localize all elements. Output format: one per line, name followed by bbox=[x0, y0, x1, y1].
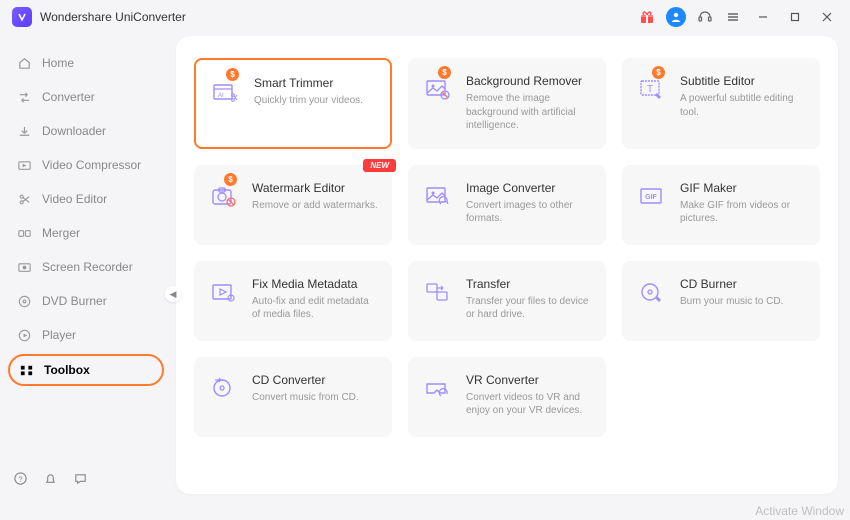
disc-icon bbox=[16, 293, 32, 309]
sidebar-item-label: Home bbox=[42, 56, 74, 70]
tool-description: Remove the image background with artific… bbox=[466, 92, 592, 133]
tool-description: A powerful subtitle editing tool. bbox=[680, 92, 806, 119]
maximize-button[interactable] bbox=[784, 6, 806, 28]
fix-metadata-icon bbox=[208, 277, 238, 307]
tool-card-cd-burner[interactable]: CD Burner Burn your music to CD. bbox=[622, 261, 820, 341]
close-button[interactable] bbox=[816, 6, 838, 28]
play-icon bbox=[16, 327, 32, 343]
minimize-button[interactable] bbox=[752, 6, 774, 28]
tool-card-subtitle-editor[interactable]: $ T Subtitle Editor A powerful subtitle edi… bbox=[622, 58, 820, 149]
sidebar-item-label: Video Compressor bbox=[42, 158, 141, 172]
app-logo bbox=[12, 7, 32, 27]
gif-maker-icon: GIF bbox=[636, 181, 666, 211]
sidebar-item-label: Video Editor bbox=[42, 192, 107, 206]
paid-badge: $ bbox=[438, 66, 451, 79]
sidebar-item-merger[interactable]: Merger bbox=[8, 218, 164, 248]
sidebar-item-converter[interactable]: Converter bbox=[8, 82, 164, 112]
tool-title: Transfer bbox=[466, 277, 592, 291]
tool-description: Transfer your files to device or hard dr… bbox=[466, 295, 592, 322]
sidebar-item-toolbox[interactable]: Toolbox bbox=[8, 354, 164, 386]
cd-converter-icon bbox=[208, 373, 238, 403]
tool-card-transfer[interactable]: Transfer Transfer your files to device or… bbox=[408, 261, 606, 341]
os-watermark: Activate Window bbox=[755, 504, 844, 518]
tool-card-cd-converter[interactable]: CD Converter Convert music from CD. bbox=[194, 357, 392, 437]
new-badge: NEW bbox=[363, 159, 396, 172]
tool-title: Background Remover bbox=[466, 74, 592, 88]
help-icon[interactable]: ? bbox=[12, 470, 28, 486]
tool-title: Fix Media Metadata bbox=[252, 277, 378, 291]
paid-badge: $ bbox=[652, 66, 665, 79]
background-remover-icon bbox=[422, 74, 452, 104]
compressor-icon bbox=[16, 157, 32, 173]
tool-card-image-converter[interactable]: Image Converter Convert images to other f… bbox=[408, 165, 606, 245]
svg-text:AI: AI bbox=[218, 93, 224, 99]
tool-card-smart-trimmer[interactable]: $ AI Smart Trimmer Quickly trim your videos… bbox=[194, 58, 392, 149]
sidebar: Home Converter Downloader Video Compress… bbox=[0, 34, 172, 502]
converter-icon bbox=[16, 89, 32, 105]
subtitle-editor-icon: T bbox=[636, 74, 666, 104]
merger-icon bbox=[16, 225, 32, 241]
sidebar-item-editor[interactable]: Video Editor bbox=[8, 184, 164, 214]
scissors-icon bbox=[16, 191, 32, 207]
recorder-icon bbox=[16, 259, 32, 275]
vr-converter-icon bbox=[422, 373, 452, 403]
support-icon[interactable] bbox=[696, 8, 714, 26]
paid-badge: $ bbox=[226, 68, 239, 81]
tool-description: Convert music from CD. bbox=[252, 391, 378, 405]
tool-description: Burn your music to CD. bbox=[680, 295, 806, 309]
sidebar-item-label: Merger bbox=[42, 226, 80, 240]
toolbox-icon bbox=[18, 362, 34, 378]
sidebar-item-label: Player bbox=[42, 328, 76, 342]
tool-description: Make GIF from videos or pictures. bbox=[680, 199, 806, 226]
sidebar-item-label: Converter bbox=[42, 90, 95, 104]
svg-text:GIF: GIF bbox=[645, 194, 657, 201]
tool-card-gif-maker[interactable]: GIF GIF Maker Make GIF from videos or pict… bbox=[622, 165, 820, 245]
gift-icon[interactable] bbox=[638, 8, 656, 26]
tool-description: Convert images to other formats. bbox=[466, 199, 592, 226]
sidebar-item-label: Screen Recorder bbox=[42, 260, 133, 274]
sidebar-collapse-button[interactable]: ◀ bbox=[165, 286, 181, 302]
transfer-icon bbox=[422, 277, 452, 307]
svg-text:?: ? bbox=[18, 474, 22, 483]
sidebar-item-label: DVD Burner bbox=[42, 294, 107, 308]
tool-description: Convert videos to VR and enjoy on your V… bbox=[466, 391, 592, 418]
svg-text:T: T bbox=[647, 84, 653, 95]
sidebar-item-recorder[interactable]: Screen Recorder bbox=[8, 252, 164, 282]
download-icon bbox=[16, 123, 32, 139]
tool-description: Remove or add watermarks. bbox=[252, 199, 378, 213]
tool-card-watermark-editor[interactable]: $NEWWatermark EditorRemove or add waterm… bbox=[194, 165, 392, 245]
tool-card-background-remover[interactable]: $ Background Remover Remove the image back… bbox=[408, 58, 606, 149]
smart-trimmer-icon: AI bbox=[210, 76, 240, 106]
tool-title: Watermark Editor bbox=[252, 181, 378, 195]
menu-icon[interactable] bbox=[724, 8, 742, 26]
tool-title: Image Converter bbox=[466, 181, 592, 195]
paid-badge: $ bbox=[224, 173, 237, 186]
tool-card-fix-media-metadata[interactable]: Fix Media Metadata Auto-fix and edit meta… bbox=[194, 261, 392, 341]
main-panel: $ AI Smart Trimmer Quickly trim your videos… bbox=[176, 36, 838, 494]
tool-description: Auto-fix and edit metadata of media file… bbox=[252, 295, 378, 322]
sidebar-item-player[interactable]: Player bbox=[8, 320, 164, 350]
tool-title: Smart Trimmer bbox=[254, 76, 376, 90]
tool-card-vr-converter[interactable]: VR Converter Convert videos to VR and enj… bbox=[408, 357, 606, 437]
tool-description: Quickly trim your videos. bbox=[254, 94, 376, 108]
home-icon bbox=[16, 55, 32, 71]
user-avatar-icon[interactable] bbox=[666, 7, 686, 27]
feedback-icon[interactable] bbox=[72, 470, 88, 486]
tool-title: CD Converter bbox=[252, 373, 378, 387]
sidebar-item-compressor[interactable]: Video Compressor bbox=[8, 150, 164, 180]
cd-burner-icon bbox=[636, 277, 666, 307]
image-converter-icon bbox=[422, 181, 452, 211]
sidebar-item-label: Downloader bbox=[42, 124, 106, 138]
tool-title: Subtitle Editor bbox=[680, 74, 806, 88]
tool-title: CD Burner bbox=[680, 277, 806, 291]
bell-icon[interactable] bbox=[42, 470, 58, 486]
sidebar-item-dvd[interactable]: DVD Burner bbox=[8, 286, 164, 316]
tool-title: VR Converter bbox=[466, 373, 592, 387]
sidebar-item-label: Toolbox bbox=[44, 363, 90, 377]
sidebar-item-downloader[interactable]: Downloader bbox=[8, 116, 164, 146]
sidebar-item-home[interactable]: Home bbox=[8, 48, 164, 78]
app-title: Wondershare UniConverter bbox=[40, 10, 186, 24]
tool-title: GIF Maker bbox=[680, 181, 806, 195]
